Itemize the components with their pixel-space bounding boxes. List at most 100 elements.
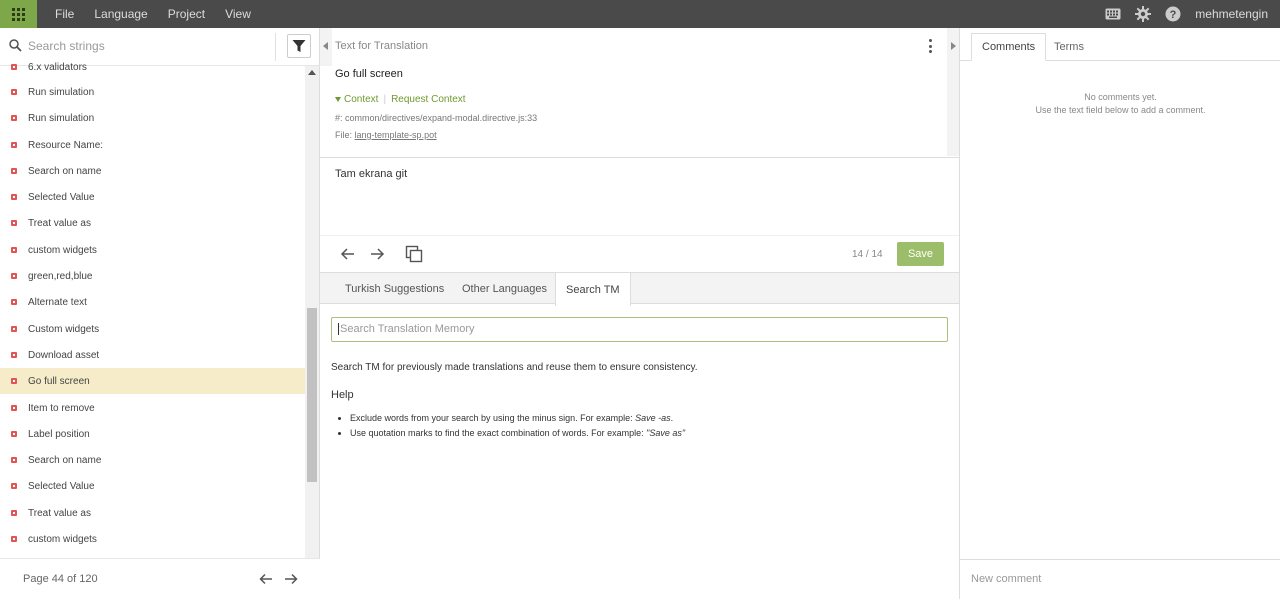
search-separator bbox=[275, 33, 276, 61]
untranslated-marker-icon bbox=[11, 273, 17, 279]
request-context-link[interactable]: Request Context bbox=[391, 94, 466, 105]
source-scrollbar[interactable] bbox=[947, 66, 959, 156]
untranslated-marker-icon bbox=[11, 457, 17, 463]
list-item[interactable]: Run simulation bbox=[0, 79, 305, 105]
help-item: Exclude words from your search by using … bbox=[350, 413, 685, 423]
suggestion-tabs: Turkish Suggestions Other Languages Sear… bbox=[320, 272, 959, 306]
grid-icon bbox=[12, 7, 25, 21]
page-indicator: Page 44 of 120 bbox=[23, 573, 98, 585]
untranslated-marker-icon bbox=[11, 194, 17, 200]
previous-string-arrow-icon[interactable] bbox=[339, 245, 357, 263]
help-heading: Help bbox=[331, 389, 354, 401]
menu-project[interactable]: Project bbox=[158, 7, 215, 21]
context-separator: | bbox=[383, 94, 387, 105]
file-link[interactable]: lang-template-sp.pot bbox=[355, 130, 437, 140]
list-item[interactable]: Item to remove bbox=[0, 395, 305, 421]
expand-triangle-icon bbox=[335, 97, 341, 102]
next-page-arrow-icon[interactable] bbox=[283, 571, 299, 587]
comments-tabs: Comments Terms bbox=[960, 28, 1280, 66]
text-caret bbox=[338, 323, 339, 336]
untranslated-marker-icon bbox=[11, 247, 17, 253]
help-icon[interactable]: ? bbox=[1165, 6, 1181, 22]
search-strings-input[interactable]: Search strings bbox=[28, 39, 105, 53]
file-label: File: bbox=[335, 130, 353, 140]
untranslated-marker-icon bbox=[11, 64, 17, 70]
list-item[interactable]: Label position bbox=[0, 421, 305, 447]
untranslated-marker-icon bbox=[11, 536, 17, 542]
untranslated-marker-icon bbox=[11, 115, 17, 121]
tab-search-tm[interactable]: Search TM bbox=[555, 273, 631, 306]
top-menu-bar: File Language Project View ? mehmetengin bbox=[0, 0, 1280, 28]
strings-panel: Search strings 6.x validators Run simula… bbox=[0, 28, 320, 599]
next-string-arrow-icon[interactable] bbox=[368, 245, 386, 263]
list-item[interactable]: Alternate text bbox=[0, 289, 305, 315]
more-options-icon[interactable] bbox=[929, 39, 933, 53]
list-item[interactable]: Download asset bbox=[0, 342, 305, 368]
list-item[interactable]: Run simulation bbox=[0, 105, 305, 131]
empty-comments-message: No comments yet. Use the text field belo… bbox=[1035, 92, 1206, 115]
list-item[interactable]: Treat value as bbox=[0, 500, 305, 526]
list-item[interactable]: 6.x validators bbox=[0, 61, 305, 80]
editor-panel: Text for Translation Go full screen Cont… bbox=[320, 28, 959, 599]
untranslated-marker-icon bbox=[11, 168, 17, 174]
untranslated-marker-icon bbox=[11, 405, 17, 411]
scrollbar-thumb[interactable] bbox=[307, 308, 317, 482]
divider bbox=[320, 157, 959, 158]
editor-toolbar: 14 / 14 Save bbox=[320, 235, 959, 272]
list-item[interactable]: Selected Value bbox=[0, 473, 305, 499]
search-tm-input[interactable]: Search Translation Memory bbox=[331, 317, 948, 342]
top-right-tools: ? mehmetengin bbox=[1105, 0, 1268, 28]
username-label[interactable]: mehmetengin bbox=[1195, 7, 1268, 21]
list-item[interactable]: Resource Name: bbox=[0, 132, 305, 158]
translation-textarea[interactable]: Tam ekrana git bbox=[335, 168, 407, 180]
apps-grid-button[interactable] bbox=[0, 0, 37, 28]
untranslated-marker-icon bbox=[11, 326, 17, 332]
untranslated-marker-icon bbox=[11, 220, 17, 226]
context-toggle[interactable]: Context bbox=[344, 94, 378, 105]
copy-source-icon[interactable] bbox=[405, 245, 423, 263]
context-row: Context | Request Context bbox=[335, 94, 466, 105]
list-item[interactable]: custom widgets bbox=[0, 526, 305, 552]
collapse-right-panel-toggle[interactable] bbox=[947, 28, 959, 66]
main-menu: File Language Project View bbox=[45, 0, 261, 28]
tm-hint-text: Search TM for previously made translatio… bbox=[331, 362, 698, 373]
list-item[interactable]: custom widgets bbox=[0, 237, 305, 263]
previous-page-arrow-icon[interactable] bbox=[258, 571, 274, 587]
collapse-left-panel-toggle[interactable] bbox=[320, 28, 332, 66]
untranslated-marker-icon bbox=[11, 142, 17, 148]
tab-turkish-suggestions[interactable]: Turkish Suggestions bbox=[335, 273, 454, 305]
untranslated-marker-icon bbox=[11, 299, 17, 305]
help-list: Exclude words from your search by using … bbox=[350, 413, 685, 443]
untranslated-marker-icon bbox=[11, 510, 17, 516]
source-reference: #: common/directives/expand-modal.direct… bbox=[335, 113, 538, 123]
source-string: Go full screen bbox=[335, 68, 403, 80]
svg-text:?: ? bbox=[1170, 9, 1177, 21]
list-item[interactable]: Treat value as bbox=[0, 210, 305, 236]
list-item-selected[interactable]: Go full screen bbox=[0, 368, 305, 394]
untranslated-marker-icon bbox=[11, 352, 17, 358]
gear-icon[interactable] bbox=[1135, 6, 1152, 22]
list-item[interactable]: Search on name bbox=[0, 158, 305, 184]
menu-file[interactable]: File bbox=[45, 7, 84, 21]
list-item[interactable]: Search on name bbox=[0, 447, 305, 473]
help-item: Use quotation marks to find the exact co… bbox=[350, 428, 685, 438]
menu-language[interactable]: Language bbox=[84, 7, 157, 21]
search-icon bbox=[9, 39, 22, 57]
save-button[interactable]: Save bbox=[897, 242, 944, 266]
new-comment-input[interactable]: New comment bbox=[960, 559, 1280, 599]
tab-terms[interactable]: Terms bbox=[1044, 33, 1094, 61]
tab-other-languages[interactable]: Other Languages bbox=[452, 273, 557, 305]
file-info: File: lang-template-sp.pot bbox=[335, 130, 437, 140]
list-item[interactable]: green,red,blue bbox=[0, 263, 305, 289]
list-item[interactable]: Selected Value bbox=[0, 184, 305, 210]
menu-view[interactable]: View bbox=[215, 7, 261, 21]
tab-comments[interactable]: Comments bbox=[971, 33, 1047, 61]
strings-scrollbar[interactable] bbox=[305, 66, 319, 584]
untranslated-marker-icon bbox=[11, 89, 17, 95]
untranslated-marker-icon bbox=[11, 483, 17, 489]
list-item[interactable]: Custom widgets bbox=[0, 316, 305, 342]
scroll-up-icon[interactable] bbox=[308, 70, 316, 75]
keyboard-icon[interactable] bbox=[1105, 6, 1121, 22]
untranslated-marker-icon bbox=[11, 378, 17, 384]
filter-button[interactable] bbox=[287, 34, 311, 58]
